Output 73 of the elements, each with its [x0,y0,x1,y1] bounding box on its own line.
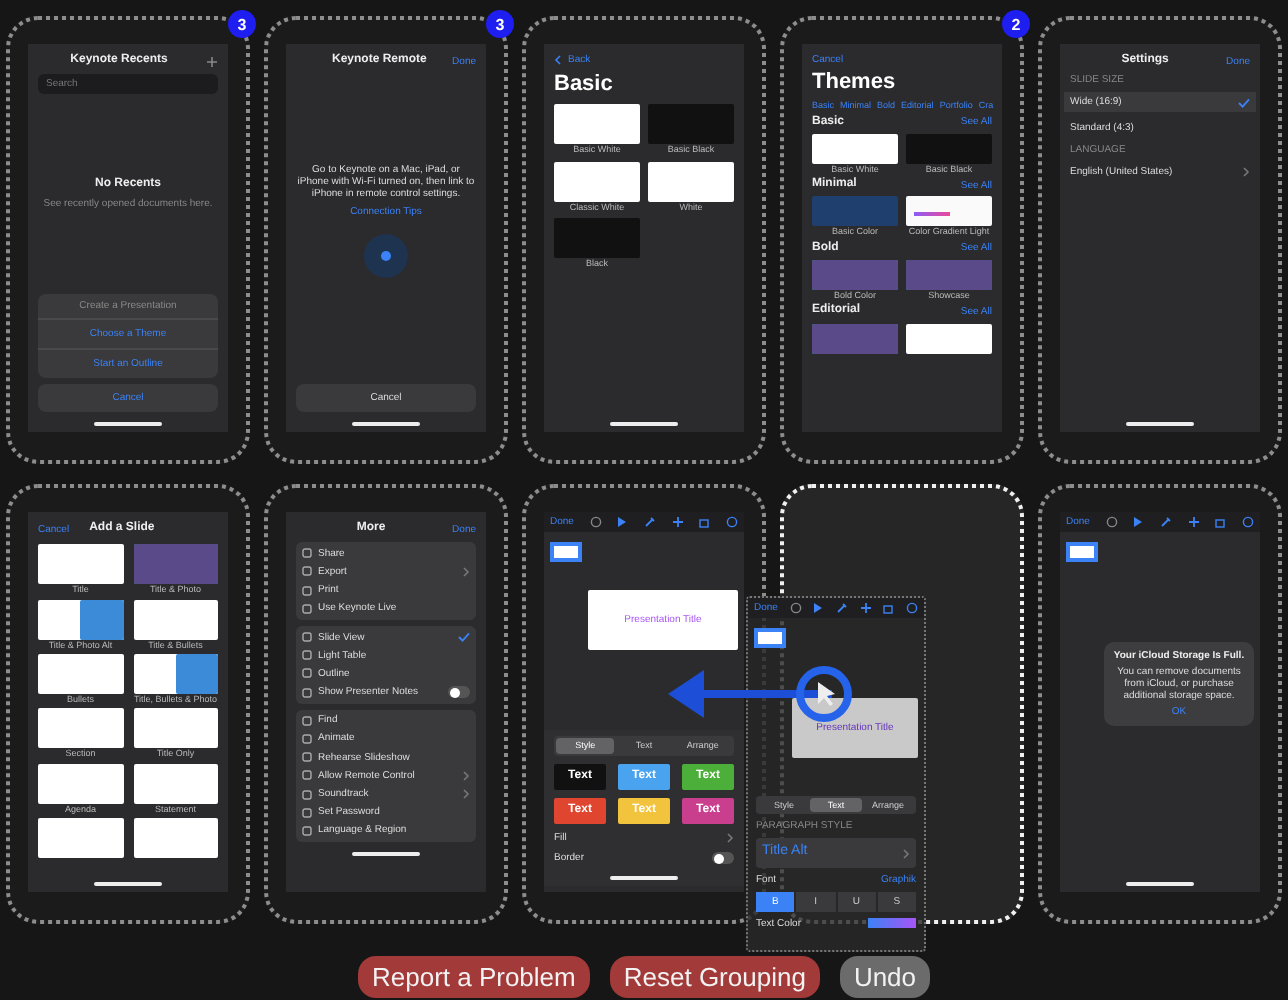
color-well[interactable] [868,918,916,929]
slide-layout-thumbnail[interactable] [133,653,218,694]
chevron-icon [726,832,734,844]
slide-layout-thumbnail[interactable] [38,818,123,859]
slide-layout-thumbnail[interactable] [38,544,123,585]
home-indicator [352,422,420,426]
theme-thumbnail[interactable] [812,196,898,227]
theme-thumbnail[interactable] [906,133,992,164]
screen-title: Themes [812,70,898,97]
photo-placeholder [133,544,218,585]
slide-layout-thumbnail[interactable] [133,763,218,804]
photo-placeholder [906,259,992,290]
action-button[interactable]: Undo [839,956,931,998]
home-indicator [1126,882,1194,886]
slide-thumbnail[interactable] [550,542,582,562]
play-icon [812,602,825,614]
home-indicator [610,422,678,426]
action-button[interactable]: Report a Problem [357,956,590,998]
home-indicator [610,876,678,880]
pulse-icon [362,232,410,281]
title-line [914,212,950,217]
brush-icon [643,516,656,528]
chevron-icon [462,565,470,578]
plus-icon [206,55,218,68]
theme-thumbnail[interactable] [906,196,992,227]
brush-icon [835,602,848,614]
photo-placeholder [812,323,898,353]
theme-thumbnail[interactable] [812,323,898,353]
slide-layout-thumbnail[interactable] [38,599,123,640]
count-badge: 3 [228,10,256,38]
theme-thumbnail[interactable] [554,217,640,258]
checkmark-icon [1238,97,1250,108]
theme-thumbnail[interactable] [906,323,992,353]
slide-layout-thumbnail[interactable] [133,818,218,859]
home-indicator [94,882,162,886]
checkmark-icon [458,632,470,643]
home-indicator [352,852,420,856]
play-icon [616,516,629,528]
photo-placeholder [175,653,218,694]
slide-layout-thumbnail[interactable] [38,653,123,694]
toggle-switch[interactable] [712,852,734,864]
count-badge: 2 [1002,10,1030,38]
touch-indicator-icon [796,666,852,722]
slide-layout-thumbnail[interactable] [133,708,218,749]
play-icon [1132,516,1145,528]
theme-thumbnail[interactable] [554,104,640,145]
theme-thumbnail[interactable] [812,133,898,164]
slide-thumbnail[interactable] [754,628,786,648]
chevron-icon [902,847,910,860]
theme-thumbnail[interactable] [812,259,898,290]
brush-icon [1159,516,1172,528]
theme-thumbnail[interactable] [906,259,992,290]
theme-thumbnail[interactable] [554,161,640,202]
back-chevron-icon [554,54,562,66]
chevron-icon [1242,166,1250,179]
screen-title: Basic [554,72,615,99]
home-indicator [1126,422,1194,426]
theme-thumbnail[interactable] [648,104,734,145]
slide-layout-thumbnail[interactable] [38,708,123,749]
photo-placeholder [80,599,123,640]
action-button[interactable]: Reset Grouping [609,956,820,998]
slide-thumbnail[interactable] [1066,542,1098,562]
plus-icon [859,602,872,614]
theme-thumbnail[interactable] [648,161,734,202]
toggle-switch[interactable] [448,686,470,699]
plus-icon [1187,516,1200,528]
slide-layout-thumbnail[interactable] [38,763,123,804]
count-badge: 3 [486,10,514,38]
home-indicator [94,422,162,426]
slide-layout-thumbnail[interactable] [133,544,218,585]
photo-placeholder [812,259,898,290]
slide-layout-thumbnail[interactable] [133,599,218,640]
plus-icon [671,516,684,528]
